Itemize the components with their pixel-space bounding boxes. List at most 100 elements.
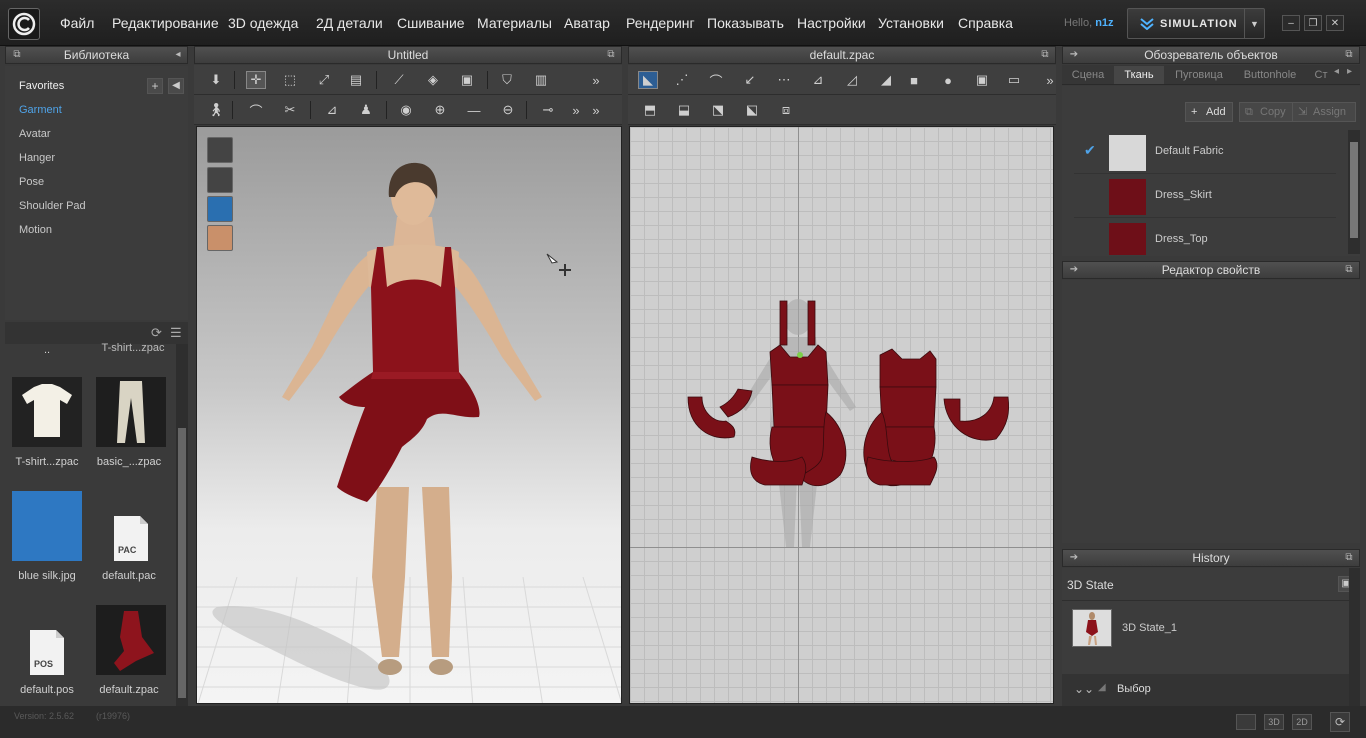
file-thumb-pos[interactable]: POS: [12, 605, 82, 675]
category-garment[interactable]: Garment: [19, 104, 62, 116]
undock-icon[interactable]: ⧉: [1343, 264, 1355, 276]
minimize-icon[interactable]: –: [1282, 15, 1300, 31]
tab-buttonhole[interactable]: Buttonhole: [1236, 66, 1304, 84]
file-thumb-dress[interactable]: [96, 605, 166, 675]
more-tools-icon[interactable]: »: [1040, 71, 1060, 89]
fabric-row-skirt[interactable]: Dress_Skirt: [1074, 174, 1336, 218]
tab-stitch[interactable]: Ст: [1310, 66, 1332, 84]
menu-render[interactable]: Рендеринг: [626, 0, 695, 46]
measure-icon[interactable]: ⌒: [246, 101, 266, 119]
trace-icon[interactable]: ⧈: [776, 101, 796, 119]
menu-file[interactable]: Файл: [60, 0, 94, 46]
app-logo-icon[interactable]: [8, 8, 40, 40]
texture-view-icon[interactable]: [207, 196, 233, 222]
assign-fabric-button[interactable]: ⇲ Assign: [1292, 102, 1356, 122]
category-favorites[interactable]: Favorites: [19, 80, 64, 92]
collapse-icon[interactable]: ◂: [172, 49, 184, 61]
simulation-button[interactable]: SIMULATION ▼: [1127, 8, 1265, 39]
tape-icon[interactable]: ✂: [280, 101, 300, 119]
simulation-dropdown-icon[interactable]: ▼: [1244, 9, 1264, 38]
offset-icon[interactable]: ⬕: [742, 101, 762, 119]
menu-materials[interactable]: Материалы: [477, 0, 552, 46]
split-view-icon[interactable]: [1236, 714, 1256, 730]
history-scrollbar[interactable]: [1349, 568, 1360, 706]
transform-icon[interactable]: ⤢: [314, 71, 334, 89]
view-2d-button[interactable]: 2D: [1292, 714, 1312, 730]
select-label[interactable]: Выбор: [1117, 683, 1151, 695]
notch-icon[interactable]: ⬓: [674, 101, 694, 119]
avatar-model[interactable]: [227, 157, 607, 687]
category-motion[interactable]: Motion: [19, 224, 52, 236]
trim-icon[interactable]: ⊸: [538, 101, 558, 119]
close-icon[interactable]: ✕: [1326, 15, 1344, 31]
polygon-icon[interactable]: ⊿: [808, 71, 828, 89]
add-fabric-button[interactable]: + Add: [1185, 102, 1233, 122]
double-chevron-down-icon[interactable]: ⌄⌄: [1074, 682, 1094, 696]
menu-help[interactable]: Справка: [958, 0, 1013, 46]
undock-icon[interactable]: ⧉: [1039, 49, 1051, 61]
refresh-icon[interactable]: ⟳: [1330, 712, 1350, 732]
edit-point-icon[interactable]: ⋰: [672, 71, 692, 89]
avatar-body-icon[interactable]: ♟: [356, 101, 376, 119]
undock-icon[interactable]: ⧉: [605, 49, 617, 61]
history-item-label[interactable]: 3D State_1: [1122, 622, 1177, 634]
expand-arrow-icon[interactable]: ➔: [1068, 552, 1080, 564]
viewport-3d[interactable]: [196, 126, 622, 704]
fabric-row-top[interactable]: Dress_Top: [1074, 218, 1336, 255]
show-avatar-icon[interactable]: [207, 167, 233, 193]
undock-icon[interactable]: ⧉: [1343, 552, 1355, 564]
menu-2d-pattern[interactable]: 2Д детали: [316, 0, 383, 46]
file-thumb-blue-silk[interactable]: [12, 491, 82, 561]
menu-settings[interactable]: Настройки: [797, 0, 866, 46]
internal-line-icon[interactable]: ◿: [842, 71, 862, 89]
dart-icon[interactable]: ⬒: [640, 101, 660, 119]
history-thumb[interactable]: [1072, 609, 1112, 647]
tab-left-icon[interactable]: ◂: [1334, 66, 1346, 82]
shape-icon[interactable]: ◢: [876, 71, 896, 89]
menu-3d-garment[interactable]: 3D одежда: [228, 0, 298, 46]
add-point-icon[interactable]: ⋯: [774, 71, 794, 89]
view-3d-button[interactable]: 3D: [1264, 714, 1284, 730]
scrollbar-thumb[interactable]: [1350, 142, 1358, 238]
fabric-scrollbar[interactable]: [1348, 130, 1360, 254]
more-tools-icon[interactable]: »: [566, 101, 586, 119]
undock-icon[interactable]: ⧉: [11, 49, 23, 61]
down-arrow-icon[interactable]: ⬇: [206, 71, 226, 89]
undock-icon[interactable]: ⧉: [1343, 49, 1355, 61]
zipper-icon[interactable]: ⊖: [498, 101, 518, 119]
tab-right-icon[interactable]: ▸: [1347, 66, 1359, 82]
more-tools-icon[interactable]: »: [586, 71, 606, 89]
viewport-2d[interactable]: [629, 126, 1054, 704]
copy-fabric-button[interactable]: ⧉ Copy: [1239, 102, 1293, 122]
internal-shape-icon[interactable]: ▭: [1004, 71, 1024, 89]
menu-preferences[interactable]: Установки: [878, 0, 944, 46]
library-scrollbar[interactable]: [176, 344, 188, 706]
file-thumb-tshirt[interactable]: [12, 377, 82, 447]
pin-icon[interactable]: ⟋: [389, 71, 409, 89]
back-arrow-icon[interactable]: ◀: [168, 78, 184, 94]
buttonhole-icon[interactable]: ⊕: [430, 101, 450, 119]
category-avatar[interactable]: Avatar: [19, 128, 51, 140]
button-tool-icon[interactable]: ◉: [396, 101, 416, 119]
scrollbar-thumb[interactable]: [178, 428, 186, 698]
curve-point-icon[interactable]: ⌒: [706, 71, 726, 89]
pattern-pieces[interactable]: [630, 127, 1054, 704]
fold-icon[interactable]: ▤: [346, 71, 366, 89]
internal-rect-icon[interactable]: ▣: [972, 71, 992, 89]
avatar-skin-icon[interactable]: [207, 225, 233, 251]
walk-icon[interactable]: 🚶︎: [206, 101, 226, 119]
edit-curvature-icon[interactable]: ↙: [740, 71, 760, 89]
line-tool-icon[interactable]: —: [464, 101, 484, 119]
add-favorite-icon[interactable]: +: [147, 78, 163, 94]
fabric-row-default[interactable]: ✔ Default Fabric: [1074, 130, 1336, 174]
garment-icon[interactable]: ▥: [531, 71, 551, 89]
tab-button[interactable]: Пуговица: [1168, 66, 1230, 84]
show-garment-icon[interactable]: [207, 137, 233, 163]
expand-arrow-icon[interactable]: ➔: [1068, 264, 1080, 276]
file-thumb-basic[interactable]: [96, 377, 166, 447]
refresh-icon[interactable]: ⟳: [151, 325, 162, 341]
rectangle-icon[interactable]: ■: [904, 71, 924, 89]
menu-edit[interactable]: Редактирование: [112, 0, 219, 46]
tab-scene[interactable]: Сцена: [1066, 66, 1110, 84]
tab-fabric[interactable]: Ткань: [1114, 66, 1164, 84]
